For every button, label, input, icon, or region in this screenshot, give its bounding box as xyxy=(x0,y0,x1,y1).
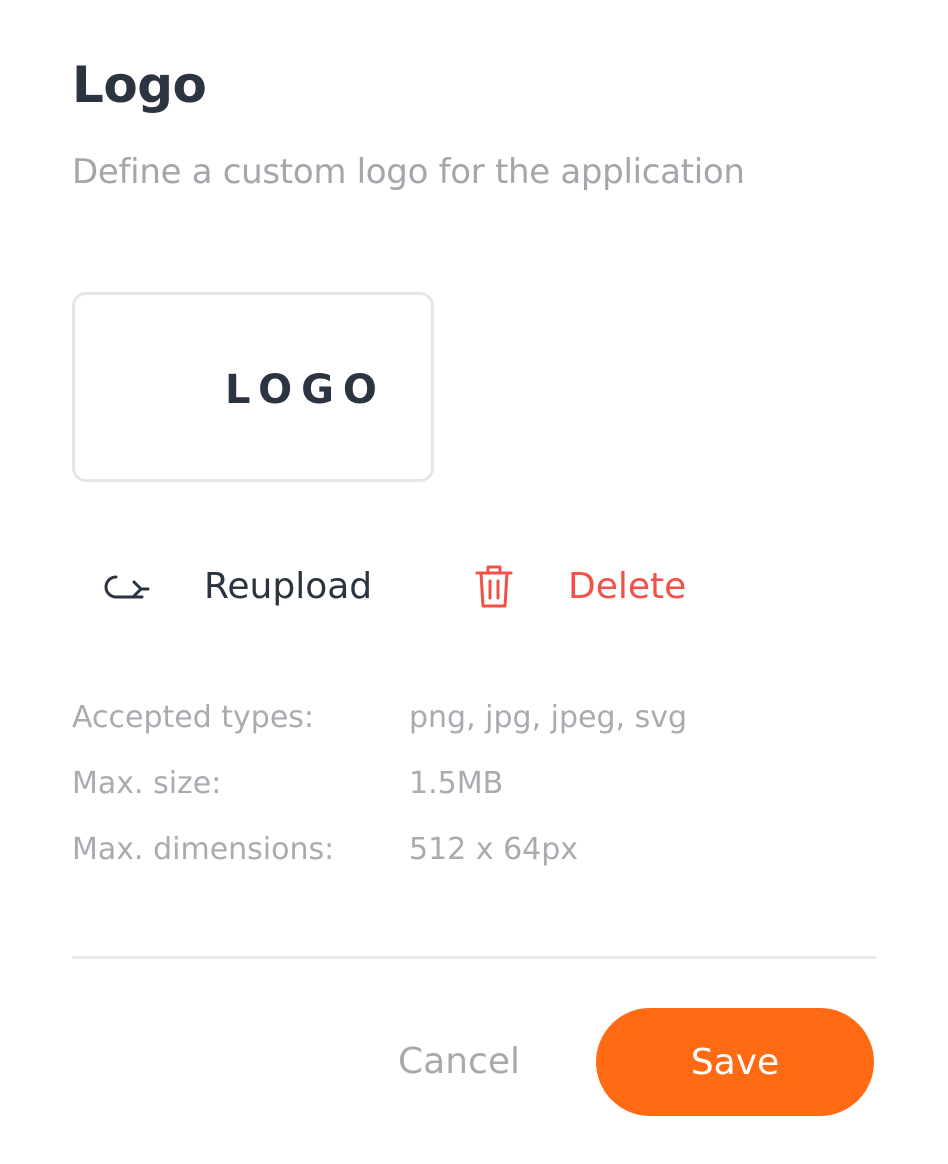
trash-icon xyxy=(466,558,522,614)
logo-preview-card: LOGO xyxy=(72,292,434,482)
delete-label: Delete xyxy=(568,565,687,607)
logo-settings-panel: Logo Define a custom logo for the applic… xyxy=(0,0,948,1164)
requirement-key: Max. dimensions: xyxy=(72,832,335,867)
redo-arrow-icon xyxy=(98,558,154,614)
requirement-row: Accepted types: png, jpg, jpeg, svg xyxy=(72,700,687,766)
requirement-row: Max. size: 1.5MB xyxy=(72,766,687,832)
logo-wordmark: LOGO xyxy=(225,367,386,413)
page-title: Logo xyxy=(72,56,207,114)
reupload-button[interactable]: Reupload xyxy=(98,558,372,614)
requirement-key: Max. size: xyxy=(72,766,222,801)
page-subtitle: Define a custom logo for the application xyxy=(72,152,745,192)
requirement-row: Max. dimensions: 512 x 64px xyxy=(72,832,687,898)
cancel-button[interactable]: Cancel xyxy=(380,1026,538,1096)
save-button[interactable]: Save xyxy=(596,1008,874,1116)
requirement-value: 512 x 64px xyxy=(409,832,579,867)
equalizer-bars-icon xyxy=(147,342,204,434)
requirement-value: 1.5MB xyxy=(409,766,504,801)
footer-divider xyxy=(72,956,876,959)
requirement-key: Accepted types: xyxy=(72,700,315,735)
requirement-value: png, jpg, jpeg, svg xyxy=(409,700,688,735)
delete-button[interactable]: Delete xyxy=(466,558,686,614)
reupload-label: Reupload xyxy=(204,565,373,607)
upload-requirements: Accepted types: png, jpg, jpeg, svg Max.… xyxy=(72,700,687,898)
